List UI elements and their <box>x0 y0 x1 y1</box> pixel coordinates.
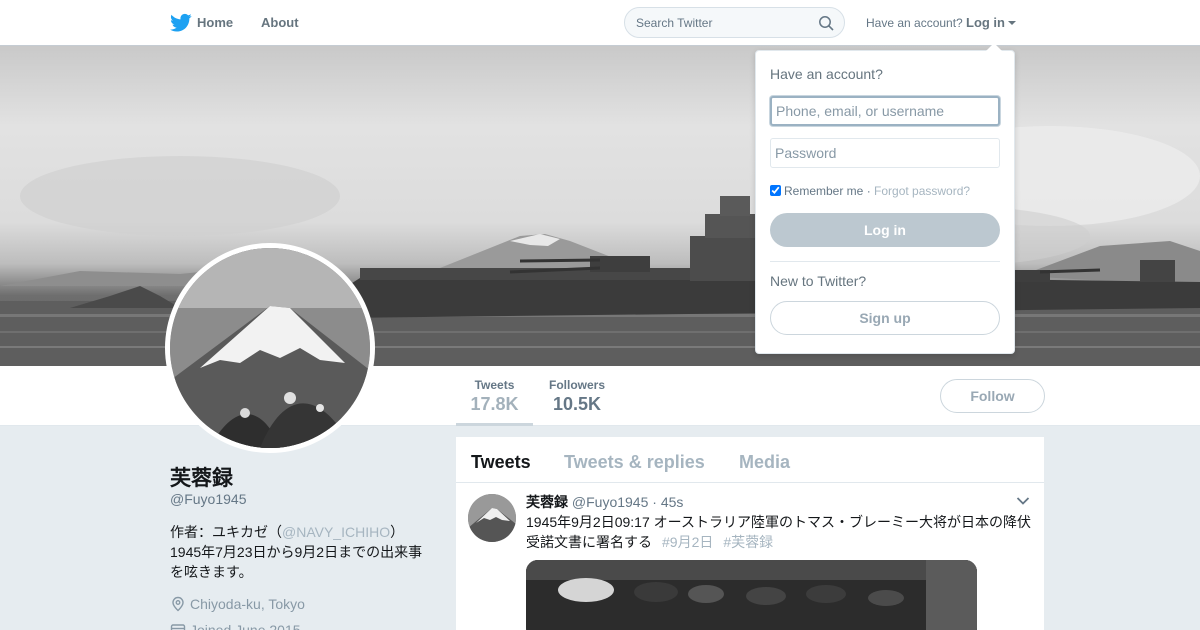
tweet-author-name[interactable]: 芙蓉録 <box>526 494 568 510</box>
twitter-bird-icon[interactable] <box>170 13 192 33</box>
tweet-timestamp[interactable]: 45s <box>661 494 684 510</box>
search-box <box>624 7 845 38</box>
profile-name[interactable]: 芙蓉録 <box>170 462 233 492</box>
profile-location: Chiyoda-ku, Tokyo <box>170 596 305 612</box>
tweet-avatar[interactable] <box>468 494 516 542</box>
followers-stat-value: 10.5K <box>552 394 602 414</box>
remember-separator: · <box>863 184 875 198</box>
chevron-down-icon[interactable] <box>1016 496 1030 506</box>
tab-tweets-and-replies[interactable]: Tweets & replies <box>564 452 705 473</box>
tweets-stat[interactable]: Tweets 17.8K <box>456 378 533 426</box>
password-field[interactable] <box>770 138 1000 168</box>
tweet-header: 芙蓉録 @Fuyo1945 · 45s <box>526 492 683 512</box>
location-pin-icon <box>172 596 184 612</box>
remember-me-label: Remember me <box>784 184 864 198</box>
tweet-text: 1945年9月2日09:17 オーストラリア陸軍のトマス・ブレーミー大将が日本の… <box>526 512 1036 552</box>
tab-tweets[interactable]: Tweets <box>471 452 531 473</box>
login-button[interactable]: Log in <box>770 213 1000 247</box>
timeline: Tweets Tweets & replies Media 芙蓉録 @Fuyo1… <box>456 437 1044 630</box>
signup-button[interactable]: Sign up <box>770 301 1000 335</box>
tweet-photo[interactable] <box>526 560 977 630</box>
surrender-ceremony-photo <box>526 560 977 630</box>
tweet-separator: · <box>648 494 661 510</box>
calendar-icon <box>170 624 186 630</box>
profile-avatar[interactable] <box>165 243 375 453</box>
follow-button[interactable]: Follow <box>940 379 1045 413</box>
bio-mention-link[interactable]: @NAVY_ICHIHO <box>282 524 390 540</box>
search-input[interactable] <box>636 14 806 32</box>
joined-text: Joined June 2015 <box>190 622 301 630</box>
profile-joined: Joined June 2015 <box>170 622 301 630</box>
bio-prefix: 作者：ユキカゼ（ <box>170 524 282 540</box>
avatar-image <box>170 248 370 448</box>
tweet-author-handle[interactable]: @Fuyo1945 <box>572 494 648 510</box>
remember-me-checkbox[interactable] <box>770 185 781 196</box>
remember-me: Remember me · Forgot password? <box>770 184 970 198</box>
followers-stat[interactable]: Followers 10.5K <box>540 378 614 415</box>
nav-about-link[interactable]: About <box>261 15 299 30</box>
login-toggle-label: Log in <box>966 15 1005 30</box>
hashtag-link[interactable]: #芙蓉録 <box>723 534 773 550</box>
tab-media[interactable]: Media <box>739 452 790 473</box>
timeline-tabs: Tweets Tweets & replies Media <box>456 437 1044 483</box>
bio-line-2: 1945年7月23日から9月2日までの出来事を呟きます。 <box>170 544 423 580</box>
tweets-stat-value: 17.8K <box>470 394 519 414</box>
hashtag-link[interactable]: #9月2日 <box>662 534 713 550</box>
tweet-avatar-image <box>468 494 516 542</box>
profile-handle[interactable]: @Fuyo1945 <box>170 491 246 507</box>
caret-down-icon <box>1008 21 1016 25</box>
bio-suffix: ） <box>390 524 405 540</box>
login-dropdown-title: Have an account? <box>770 66 883 82</box>
login-dropdown: Have an account? Remember me · Forgot pa… <box>755 43 1015 354</box>
search-icon[interactable] <box>818 15 834 31</box>
top-navigation: Home About Have an account? Log in <box>0 0 1200 46</box>
forgot-password-link[interactable]: Forgot password? <box>874 184 970 198</box>
location-text: Chiyoda-ku, Tokyo <box>190 596 305 612</box>
mount-fuji-avatar-image <box>170 248 370 448</box>
tweet-body: 1945年9月2日09:17 オーストラリア陸軍のトマス・ブレーミー大将が日本の… <box>526 514 1031 550</box>
tweets-stat-label: Tweets <box>474 378 515 392</box>
nav-home-link[interactable]: Home <box>197 15 233 30</box>
have-account-label: Have an account? <box>866 16 963 30</box>
new-to-twitter-label: New to Twitter? <box>770 273 867 289</box>
followers-stat-label: Followers <box>548 378 605 392</box>
dropdown-divider <box>770 261 1000 262</box>
login-dropdown-toggle[interactable]: Log in <box>966 15 1016 30</box>
profile-bio: 作者：ユキカゼ（@NAVY_ICHIHO） 1945年7月23日から9月2日まで… <box>170 522 430 582</box>
username-field[interactable] <box>770 96 1000 126</box>
